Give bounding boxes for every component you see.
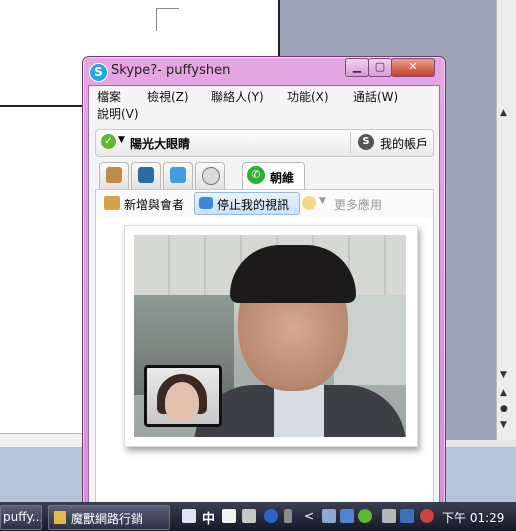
- video-camera-icon: [199, 197, 213, 209]
- menu-contacts[interactable]: 聯絡人(Y): [211, 88, 264, 105]
- window-title: Skype?- puffyshen: [111, 63, 231, 78]
- clock-icon: [202, 167, 220, 185]
- my-account-link[interactable]: 我的帳戶: [380, 135, 428, 152]
- ime-options-icon[interactable]: [284, 509, 292, 523]
- ime-mode-icon[interactable]: [182, 509, 196, 523]
- tab-history[interactable]: [195, 162, 225, 189]
- scroll-up-small-icon[interactable]: ▲: [500, 388, 507, 398]
- title-bar[interactable]: S Skype?- puffyshen ▁ ▢ ✕: [83, 57, 445, 85]
- system-tray: 中 < 下午 01:29: [176, 505, 516, 528]
- status-dropdown-icon[interactable]: ▼: [118, 135, 125, 145]
- taskbar-item-folder[interactable]: 魔獸網路行銷: [48, 505, 170, 530]
- background-panel: [0, 107, 82, 447]
- skype-logo-icon: S: [89, 63, 108, 82]
- video-frame: [124, 225, 418, 447]
- call-toolbar: 新增與會者 停止我的視訊 ▼ 更多應用: [95, 189, 434, 218]
- apps-icon: [302, 196, 316, 210]
- call-icon: ✆: [247, 166, 265, 184]
- network-icon[interactable]: [322, 509, 336, 523]
- help-icon[interactable]: [264, 509, 278, 523]
- skype-account-icon[interactable]: S: [358, 134, 374, 150]
- add-participant-icon: [104, 196, 120, 210]
- menu-help[interactable]: 說明(V): [97, 105, 139, 122]
- more-dropdown-icon[interactable]: ▼: [319, 196, 326, 206]
- minimize-button[interactable]: ▁: [345, 58, 369, 77]
- scroll-dot-icon[interactable]: ●: [500, 404, 508, 414]
- taskbar-item-skype[interactable]: puffy...: [0, 505, 42, 530]
- display-icon[interactable]: [400, 509, 414, 523]
- tab-contacts[interactable]: [99, 162, 129, 189]
- maximize-button[interactable]: ▢: [368, 58, 392, 77]
- skype-tray-icon[interactable]: [358, 509, 372, 523]
- background-panel-footer: [0, 433, 82, 448]
- taskbar: puffy... 魔獸網路行銷 中 < 下午 01:29: [0, 502, 516, 531]
- close-button[interactable]: ✕: [391, 58, 435, 77]
- security-icon[interactable]: [340, 509, 354, 523]
- taskbar-item-folder-label: 魔獸網路行銷: [71, 512, 144, 526]
- scroll-up-arrow-icon[interactable]: ▲: [500, 108, 507, 118]
- menu-tools[interactable]: 功能(X): [287, 88, 329, 105]
- remote-video: [134, 235, 406, 437]
- tray-expand-icon[interactable]: <: [304, 509, 318, 523]
- tab-live[interactable]: [163, 162, 193, 189]
- tab-conversation[interactable]: ✆ 朝維: [242, 162, 305, 190]
- live-pulse-icon: [170, 167, 186, 183]
- stop-video-label: 停止我的視訊: [217, 198, 290, 212]
- user-display-name[interactable]: 陽光大眼睛: [130, 135, 190, 152]
- menu-bar: 檔案 檢視(Z) 聯絡人(Y) 功能(X) 通話(W) 說明(V): [89, 86, 439, 122]
- scroll-down-small-icon[interactable]: ▼: [500, 420, 507, 430]
- contacts-icon: [106, 167, 122, 183]
- more-apps-button[interactable]: 更多應用: [334, 196, 382, 213]
- self-view-face: [165, 382, 199, 422]
- video-person-shirt: [274, 385, 324, 437]
- document-crop-mark: [156, 8, 179, 31]
- ime-shape-icon[interactable]: [222, 509, 236, 523]
- tab-call-phones[interactable]: [131, 162, 161, 189]
- skype-window: S Skype?- puffyshen ▁ ▢ ✕ 檔案 檢視(Z) 聯絡人(Y…: [82, 56, 446, 510]
- folder-icon: [54, 511, 66, 524]
- menu-call[interactable]: 通話(W): [353, 88, 398, 105]
- window-client-area: 檔案 檢視(Z) 聯絡人(Y) 功能(X) 通話(W) 說明(V) ✓ ▼ 陽光…: [88, 85, 440, 509]
- ime-toolbar-icon[interactable]: [242, 509, 256, 523]
- menu-view[interactable]: 檢視(Z): [147, 88, 189, 105]
- phone-icon: [138, 167, 154, 183]
- stop-video-button[interactable]: 停止我的視訊: [194, 192, 300, 215]
- add-participants-button[interactable]: 新增與會者: [124, 196, 184, 213]
- conversation-area: [95, 217, 434, 508]
- background-scrollbar[interactable]: ▲ ▼ ▲ ● ▼: [496, 0, 516, 440]
- tab-conversation-label: 朝維: [270, 171, 295, 185]
- status-bar: ✓ ▼ 陽光大眼睛 S 我的帳戶: [95, 129, 434, 157]
- scroll-down-arrow-icon[interactable]: ▼: [500, 370, 507, 380]
- online-status-icon[interactable]: ✓: [101, 134, 116, 149]
- menu-file[interactable]: 檔案: [97, 88, 121, 105]
- clock[interactable]: 下午 01:29: [442, 509, 504, 526]
- self-view-video[interactable]: [144, 365, 222, 427]
- ime-language-indicator[interactable]: 中: [202, 508, 215, 527]
- volume-muted-icon[interactable]: [420, 509, 434, 523]
- power-icon[interactable]: [382, 509, 396, 523]
- divider: [350, 132, 351, 153]
